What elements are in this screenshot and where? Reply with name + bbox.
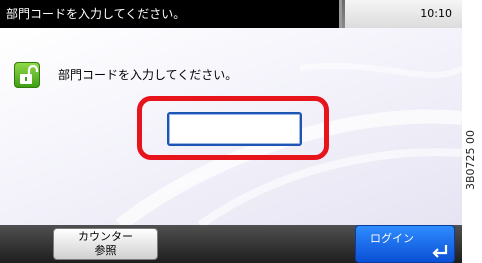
prompt-text: 部門コードを入力してください。: [58, 68, 238, 82]
panel-screen: 部門コードを入力してください。 10:10 部門コードを入力してください。 カウ…: [0, 0, 462, 263]
login-button-label: ログイン: [370, 232, 414, 245]
status-time: 10:10: [420, 7, 452, 20]
enter-icon: [432, 245, 448, 258]
bottom-bar: カウンター 参照 ログイン: [0, 225, 462, 263]
status-area: 10:10: [345, 0, 462, 28]
side-code-label: 3B0725 00: [464, 129, 477, 190]
unlock-icon: [14, 62, 40, 88]
main-area: 部門コードを入力してください。: [0, 28, 462, 225]
counter-reference-button[interactable]: カウンター 参照: [53, 228, 158, 260]
counter-button-label-line2: 参照: [94, 244, 117, 257]
department-code-input[interactable]: [167, 112, 302, 146]
counter-button-label-line1: カウンター: [78, 230, 133, 243]
status-bar: 部門コードを入力してください。 10:10: [0, 0, 462, 28]
login-button[interactable]: ログイン: [355, 225, 455, 263]
status-message: 部門コードを入力してください。: [0, 0, 342, 28]
